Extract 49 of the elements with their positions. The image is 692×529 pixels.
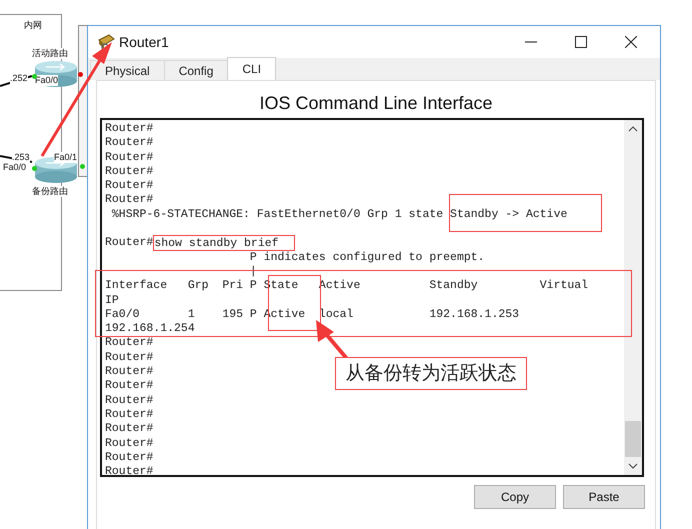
link-light — [32, 74, 37, 79]
terminal-line: Router# — [105, 122, 154, 136]
address-label: .253 — [12, 152, 30, 163]
tab[interactable]: Physical — [90, 60, 165, 80]
terminal-line: IP — [105, 294, 119, 308]
area-label: 内网 — [24, 20, 42, 31]
tab[interactable]: CLI — [227, 57, 276, 80]
terminal-line: Router# — [105, 193, 154, 208]
minimize-icon — [525, 41, 537, 43]
terminal-line: Router# — [105, 408, 154, 422]
terminal-line: Router# — [105, 179, 154, 194]
device-label: 活动路由 — [32, 48, 68, 59]
terminal-line: Router# — [105, 394, 154, 408]
link-light — [32, 166, 37, 171]
terminal-line: %HSRP-6-STATECHANGE: FastEthernet0/0 Grp 1 state Standby -> Active — [110, 208, 568, 222]
terminal-line: Router# — [105, 350, 154, 366]
link-light — [78, 72, 83, 77]
highlighted-command: show standby brief — [153, 235, 295, 252]
port-label: Fa0/1 — [54, 152, 78, 163]
terminal-line: Router# — [105, 379, 154, 394]
terminal-line: 192.168.1.254 — [105, 322, 195, 336]
panel-heading: IOS Command Line Interface — [259, 93, 493, 115]
terminal-line: Router# — [105, 436, 154, 451]
annotation-note: 从备份转为活跃状态 — [335, 357, 527, 390]
terminal-prompt: Router# — [105, 236, 154, 250]
terminal-line: Router# — [105, 150, 154, 165]
scroll-up-icon — [628, 126, 638, 132]
address-label: .252 — [10, 73, 28, 84]
scroll-down-icon — [628, 463, 638, 469]
device-label: 备份路由 — [32, 186, 68, 197]
terminal-line: Router# — [105, 164, 154, 180]
terminal-line: Router# — [105, 336, 154, 351]
terminal-line: Router# — [105, 136, 154, 151]
action-button[interactable]: Copy — [474, 485, 556, 509]
action-button[interactable]: Paste — [563, 485, 645, 509]
maximize-icon — [575, 36, 587, 48]
terminal-line: Router# — [105, 450, 154, 466]
terminal-line: Router# — [105, 365, 154, 380]
link-light — [80, 164, 85, 169]
port-label: Fa0/0 — [35, 75, 58, 86]
port-label: Fa0/0 — [3, 162, 26, 173]
tab[interactable]: Config — [164, 60, 228, 80]
close-icon — [625, 36, 637, 48]
terminal-line: Router# — [105, 422, 154, 437]
scrollbar[interactable] — [624, 120, 642, 475]
terminal-line: P indicates configured to preempt. — [248, 250, 485, 265]
scroll-thumb[interactable] — [625, 421, 641, 457]
window-title: Router1 — [119, 34, 169, 50]
terminal-line: Router# — [105, 465, 154, 475]
